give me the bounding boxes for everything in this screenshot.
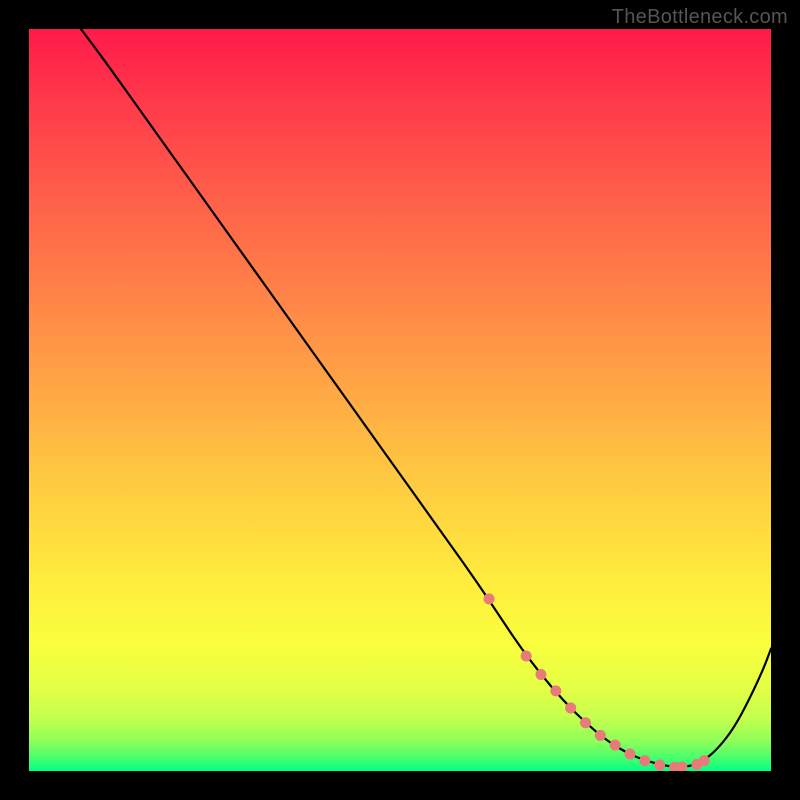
marker-dot	[484, 593, 495, 604]
marker-dot	[565, 702, 576, 713]
marker-dot	[699, 755, 710, 766]
marker-dot	[535, 669, 546, 680]
marker-dot	[521, 650, 532, 661]
chart-plot-area	[29, 29, 771, 771]
marker-dot	[625, 748, 636, 759]
optimal-range-markers	[484, 593, 710, 771]
marker-dot	[595, 730, 606, 741]
marker-dot	[610, 740, 621, 751]
chart-overlay	[29, 29, 771, 771]
marker-dot	[676, 761, 687, 771]
marker-dot	[550, 685, 561, 696]
marker-dot	[580, 717, 591, 728]
bottleneck-curve	[81, 29, 771, 767]
marker-dot	[654, 760, 665, 771]
marker-dot	[639, 755, 650, 766]
watermark-text: TheBottleneck.com	[612, 6, 788, 29]
